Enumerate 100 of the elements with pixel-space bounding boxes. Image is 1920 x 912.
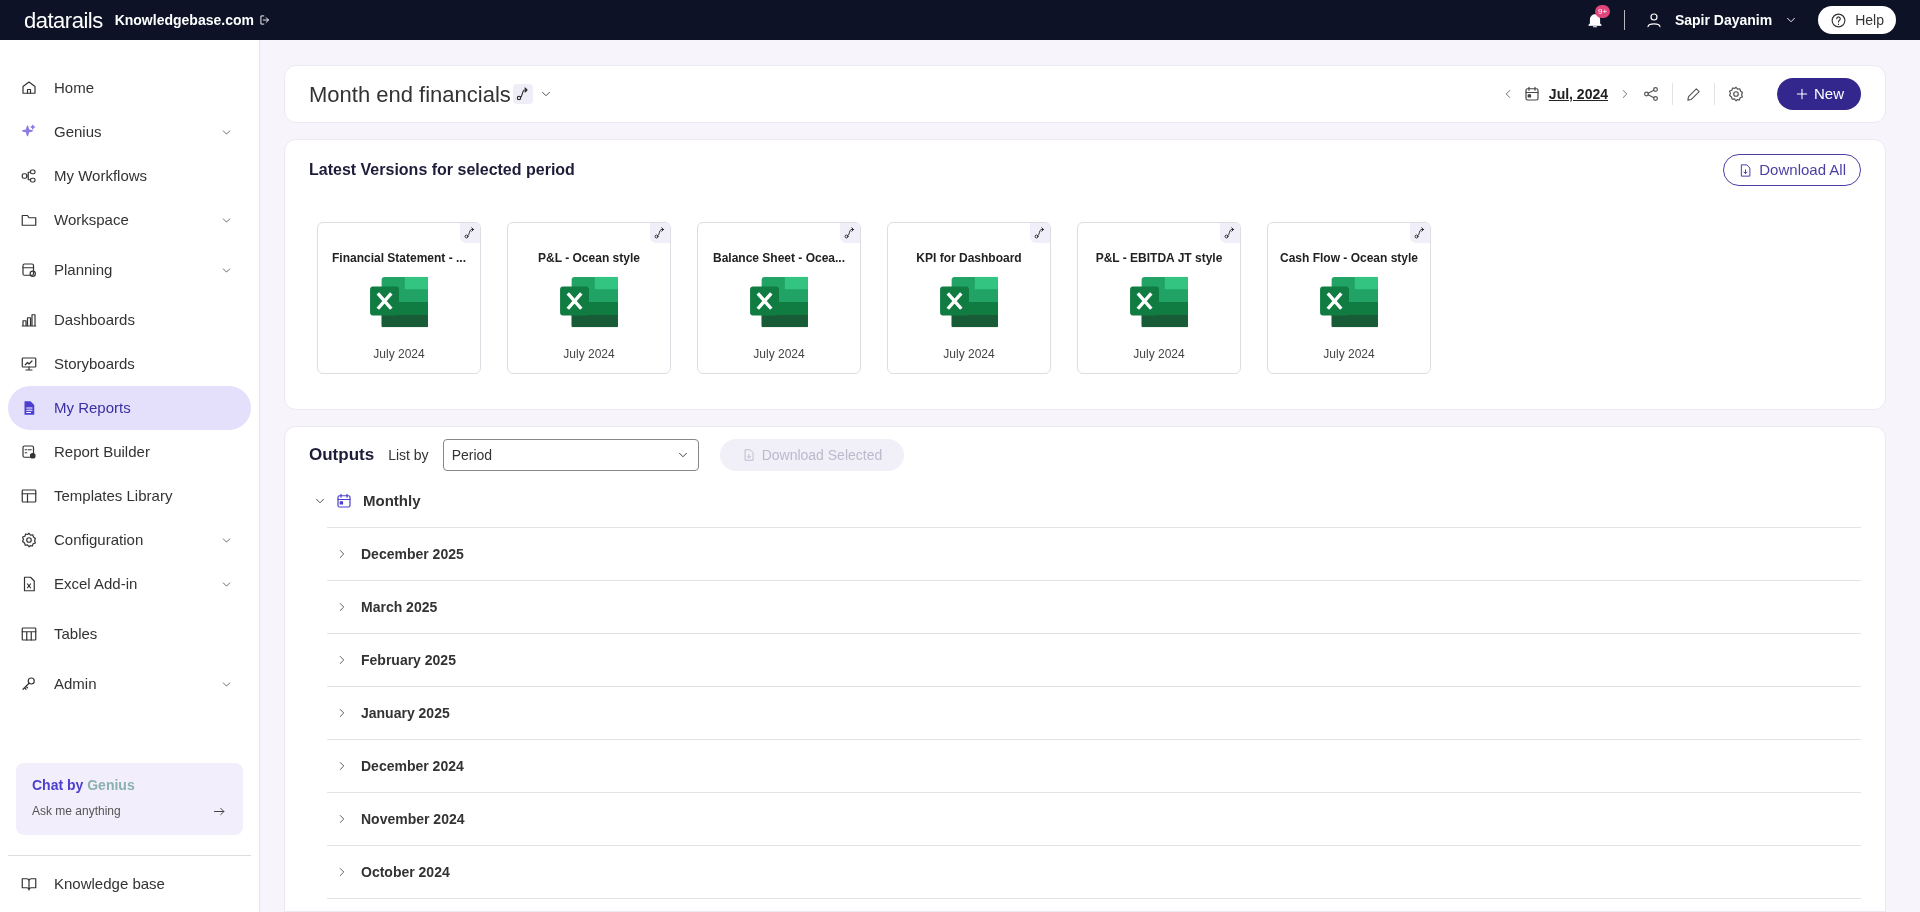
exit-icon	[257, 13, 272, 27]
spreadsheet-icon	[1317, 275, 1381, 329]
sidebar-item[interactable]: Home	[8, 66, 251, 110]
group-label: Monthly	[363, 490, 421, 511]
user-name[interactable]: Sapir Dayanim	[1674, 9, 1773, 31]
report-period: July 2024	[943, 346, 995, 363]
report-period: July 2024	[753, 346, 805, 363]
sidebar-item[interactable]: Dashboards	[8, 298, 251, 342]
report-card[interactable]: Financial Statement - ... July 2024	[317, 222, 481, 374]
workspace-name[interactable]: Knowledgebase.com	[114, 9, 254, 31]
sidebar-label: Report Builder	[54, 441, 151, 462]
help-icon	[1830, 11, 1848, 29]
period-row[interactable]: October 2024	[327, 846, 1861, 899]
chart-icon	[20, 311, 38, 329]
spreadsheet-icon	[557, 275, 621, 329]
sidebar-label: Workspace	[54, 209, 130, 230]
route-icon	[1220, 223, 1240, 243]
sidebar-label: Templates Library	[54, 485, 174, 506]
report-name: Balance Sheet - Ocea...	[712, 250, 846, 267]
workflow-icon	[20, 167, 38, 185]
sidebar-item[interactable]: Planning	[8, 248, 251, 292]
report-card[interactable]: P&L - Ocean style July 2024	[507, 222, 671, 374]
help-button[interactable]: Help	[1818, 6, 1896, 34]
period-label: January 2025	[361, 703, 450, 723]
period-row[interactable]: December 2025	[327, 528, 1861, 581]
spreadsheet-icon	[747, 275, 811, 329]
sidebar-label: Planning	[54, 259, 114, 280]
layout-icon	[20, 487, 38, 505]
route-icon	[650, 223, 670, 243]
sidebar-item[interactable]: My Reports	[8, 386, 251, 430]
gear-icon	[20, 531, 38, 549]
calendar-icon	[20, 261, 38, 279]
settings-icon	[1727, 85, 1745, 103]
sidebar-item[interactable]: Configuration	[8, 518, 251, 562]
notification-count: 9+	[1594, 5, 1611, 18]
route-icon	[1030, 223, 1050, 243]
report-period: July 2024	[563, 346, 615, 363]
sidebar-item[interactable]: Excel Add-in	[8, 562, 251, 606]
pencil-icon	[1685, 85, 1702, 103]
report-card[interactable]: Cash Flow - Ocean style July 2024	[1267, 222, 1431, 374]
chat-title: Chat by Genius	[32, 776, 136, 795]
calendar-icon	[335, 492, 353, 510]
report-period: July 2024	[1323, 346, 1375, 363]
period-row[interactable]: November 2024	[327, 793, 1861, 846]
section-title: Outputs	[309, 444, 375, 467]
period-label: March 2025	[361, 597, 438, 617]
report-card[interactable]: P&L - EBITDA JT style July 2024	[1077, 222, 1241, 374]
period-label: November 2024	[361, 809, 465, 829]
route-icon	[460, 223, 480, 243]
home-icon	[20, 79, 38, 97]
sidebar-label: My Workflows	[54, 165, 149, 186]
report-name: P&L - EBITDA JT style	[1095, 250, 1223, 267]
report-period: July 2024	[1133, 346, 1185, 363]
tree-group[interactable]: Monthly	[309, 485, 1861, 517]
table-icon	[20, 625, 38, 643]
route-icon	[840, 223, 860, 243]
spreadsheet-icon	[367, 275, 431, 329]
new-button[interactable]: New	[1777, 78, 1861, 110]
page-title: Month end financials	[309, 80, 511, 109]
sidebar-label: Genius	[54, 121, 103, 142]
period-label: October 2024	[361, 862, 450, 882]
route-icon	[512, 84, 533, 104]
sidebar-label: Home	[54, 77, 95, 98]
plus-icon	[1794, 86, 1810, 102]
period-link[interactable]: Jul, 2024	[1548, 83, 1608, 105]
sidebar-item[interactable]: Knowledge base	[0, 856, 259, 912]
report-name: Cash Flow - Ocean style	[1279, 250, 1418, 267]
period-row[interactable]: December 2024	[327, 740, 1861, 793]
sidebar-item[interactable]: Tables	[8, 612, 251, 656]
chat-card[interactable]: Chat by Genius Ask me anything	[16, 763, 243, 835]
file-download-icon	[1738, 162, 1754, 178]
period-label: December 2024	[361, 756, 464, 776]
spreadsheet-icon	[1127, 275, 1191, 329]
period-row[interactable]: February 2025	[327, 634, 1861, 687]
sidebar-label: My Reports	[54, 397, 132, 418]
share-icon	[1642, 85, 1660, 103]
period-row[interactable]: March 2025	[327, 581, 1861, 634]
sidebar-item[interactable]: Storyboards	[8, 342, 251, 386]
sidebar-item[interactable]: Report Builder	[8, 430, 251, 474]
brand-logo[interactable]: datarails	[24, 3, 103, 37]
sidebar-item[interactable]: Genius	[8, 110, 251, 154]
chat-subtitle: Ask me anything	[32, 803, 122, 820]
sidebar-label: Knowledge base	[54, 873, 165, 894]
calendar-icon	[1522, 85, 1541, 103]
sidebar-item[interactable]: My Workflows	[8, 154, 251, 198]
period-label: February 2025	[361, 650, 456, 670]
list-by-dropdown[interactable]: Period	[442, 439, 699, 471]
list-by-label: List by	[388, 445, 429, 465]
book-icon	[20, 875, 38, 893]
period-row[interactable]: January 2025	[327, 687, 1861, 740]
period-label: December 2025	[361, 544, 464, 564]
report-name: Financial Statement - ...	[332, 250, 466, 267]
report-card[interactable]: KPI for Dashboard July 2024	[887, 222, 1051, 374]
sidebar-item[interactable]: Admin	[8, 662, 251, 706]
sidebar-item[interactable]: Workspace	[8, 198, 251, 242]
sidebar-label: Storyboards	[54, 353, 136, 374]
sidebar-item[interactable]: Templates Library	[8, 474, 251, 518]
sidebar-label: Admin	[54, 673, 98, 694]
sidebar-label: Dashboards	[54, 309, 136, 330]
report-card[interactable]: Balance Sheet - Ocea... July 2024	[697, 222, 861, 374]
